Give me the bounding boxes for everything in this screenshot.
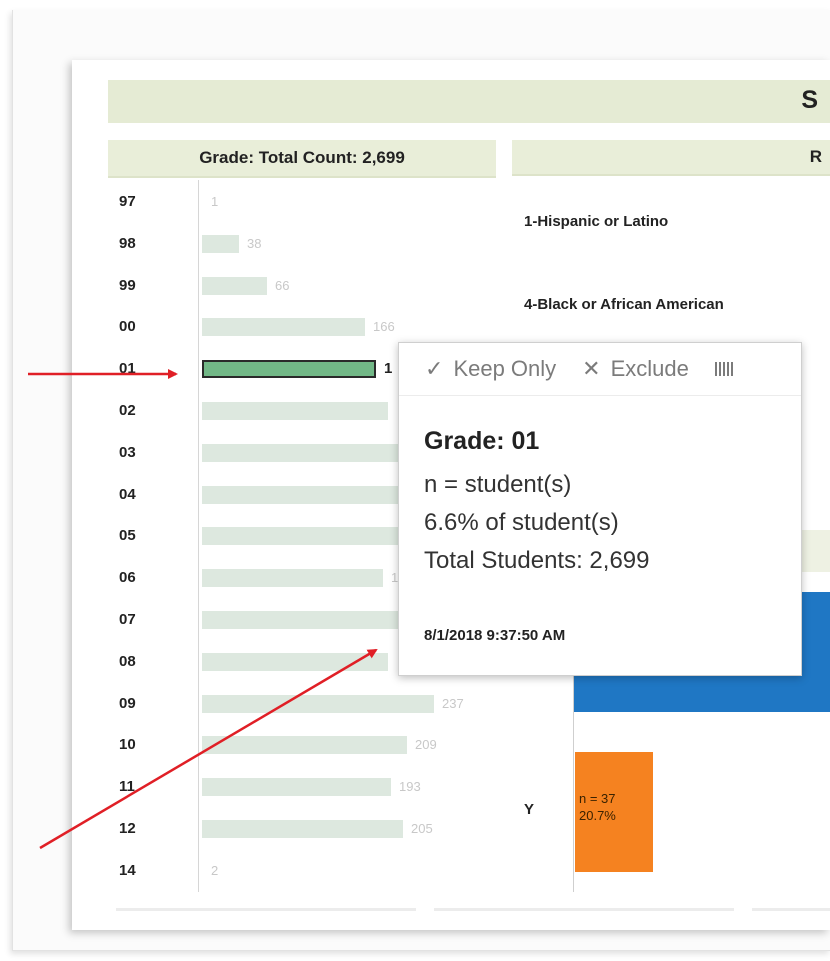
annotation-arrows [28,369,378,850]
arrow-to-tooltip [39,648,378,850]
